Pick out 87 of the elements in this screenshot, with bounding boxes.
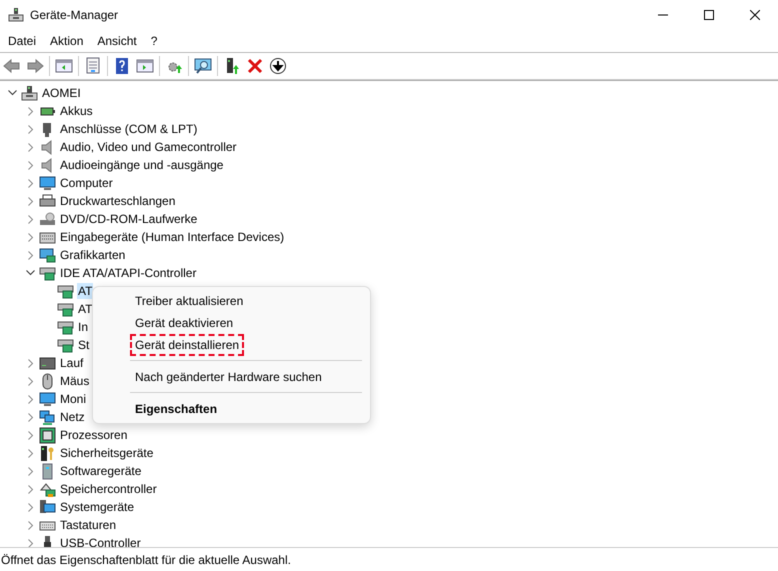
window-title: Geräte-Manager	[30, 8, 118, 22]
collapse-icon[interactable]	[26, 270, 35, 276]
close-icon[interactable]	[750, 10, 760, 20]
panel-icon[interactable]	[136, 57, 154, 75]
tree-item[interactable]: AT	[77, 283, 94, 299]
tree-item[interactable]: Computer	[59, 175, 114, 191]
expand-icon[interactable]	[28, 178, 34, 188]
system-icon	[39, 498, 56, 516]
menu-item[interactable]: Ansicht	[90, 34, 144, 48]
tree-item[interactable]: Sicherheitsgeräte	[59, 445, 154, 461]
tree-item[interactable]: Druckwarteschlangen	[59, 193, 176, 209]
collapse-icon[interactable]	[8, 90, 17, 96]
expand-icon[interactable]	[28, 430, 34, 440]
menu-item[interactable]: Treiber aktualisieren	[130, 290, 248, 312]
menu-item[interactable]: Gerät deaktivieren	[130, 312, 238, 334]
back-icon[interactable]	[3, 57, 21, 75]
controller-icon	[57, 282, 74, 300]
scan-icon[interactable]	[194, 57, 212, 75]
tree-item[interactable]: St	[77, 337, 90, 353]
expand-icon[interactable]	[28, 250, 34, 260]
tree-item[interactable]: Anschlüsse (COM & LPT)	[59, 121, 198, 137]
key-icon	[39, 444, 56, 462]
status-text: Öffnet das Eigenschaftenblatt für die aktuelle Auswahl.	[1, 552, 291, 566]
expand-icon[interactable]	[28, 232, 34, 242]
drive-icon	[39, 210, 56, 228]
app-icon	[8, 7, 24, 23]
printer-icon	[39, 192, 56, 210]
controller-icon	[57, 336, 74, 354]
monitor-icon	[39, 174, 56, 192]
menu-item[interactable]: Datei	[1, 34, 44, 48]
panel-icon[interactable]	[55, 57, 73, 75]
delete-icon[interactable]	[246, 57, 264, 75]
tree-item[interactable]: Moni	[59, 391, 88, 407]
expand-icon[interactable]	[28, 142, 34, 152]
tree-item[interactable]: Mäus	[59, 373, 90, 389]
drive-icon	[39, 354, 56, 372]
expand-icon[interactable]	[28, 196, 34, 206]
expand-icon[interactable]	[28, 214, 34, 224]
properties-icon[interactable]	[84, 57, 102, 75]
tree-item[interactable]: Eingabegeräte (Human Interface Devices)	[59, 229, 286, 245]
tree-item[interactable]: Speichercontroller	[59, 481, 158, 497]
tree-item[interactable]: Systemgeräte	[59, 499, 136, 515]
menu-item[interactable]: Aktion	[43, 34, 90, 48]
tree-item[interactable]: IDE ATA/ATAPI-Controller	[59, 265, 198, 281]
tree-item[interactable]: Audio, Video und Gamecontroller	[59, 139, 238, 155]
help-icon[interactable]	[113, 57, 131, 75]
expand-icon[interactable]	[28, 160, 34, 170]
expand-icon[interactable]	[28, 358, 34, 368]
tree-item[interactable]: Tastaturen	[59, 517, 118, 533]
expand-icon[interactable]	[28, 466, 34, 476]
controller-icon	[39, 264, 56, 282]
expand-icon[interactable]	[28, 412, 34, 422]
tree-item[interactable]: In	[77, 319, 90, 335]
tree-item[interactable]: Audioeingänge und -ausgänge	[59, 157, 224, 173]
menu-item[interactable]: Gerät deinstallieren	[130, 334, 244, 356]
monitor-icon	[39, 390, 56, 408]
tree-item[interactable]: AT	[77, 301, 94, 317]
tree-item[interactable]: Akkus	[59, 103, 94, 119]
chip-icon	[39, 426, 56, 444]
expand-icon[interactable]	[28, 448, 34, 458]
tree-item[interactable]: DVD/CD-ROM-Laufwerke	[59, 211, 198, 227]
expand-icon[interactable]	[28, 394, 34, 404]
tree-item[interactable]: AOMEI	[41, 85, 82, 101]
computer-icon	[21, 84, 38, 102]
tree-item[interactable]: Netz	[59, 409, 86, 425]
graphics-card-icon	[39, 246, 56, 264]
expand-icon[interactable]	[28, 538, 34, 547]
expand-icon[interactable]	[28, 484, 34, 494]
tree-item[interactable]: Grafikkarten	[59, 247, 126, 263]
expand-icon[interactable]	[28, 106, 34, 116]
menu-item[interactable]: Nach geänderter Hardware suchen	[130, 366, 327, 388]
tree-item[interactable]: Softwaregeräte	[59, 463, 142, 479]
expand-icon[interactable]	[28, 520, 34, 530]
expand-icon[interactable]	[28, 376, 34, 386]
expand-icon[interactable]	[28, 124, 34, 134]
expand-icon[interactable]	[28, 502, 34, 512]
tree-item[interactable]: USB-Controller	[59, 535, 142, 547]
download-icon[interactable]	[269, 57, 287, 75]
maximize-icon[interactable]	[704, 10, 714, 20]
menu-item[interactable]: Eigenschaften	[130, 398, 222, 420]
forward-icon[interactable]	[26, 57, 44, 75]
network-icon	[39, 408, 56, 426]
controller-icon	[57, 300, 74, 318]
tree-item[interactable]: Lauf	[59, 355, 84, 371]
controller-icon	[57, 318, 74, 336]
tree-item[interactable]: Prozessoren	[59, 427, 128, 443]
menu-item[interactable]: ?	[144, 34, 164, 48]
